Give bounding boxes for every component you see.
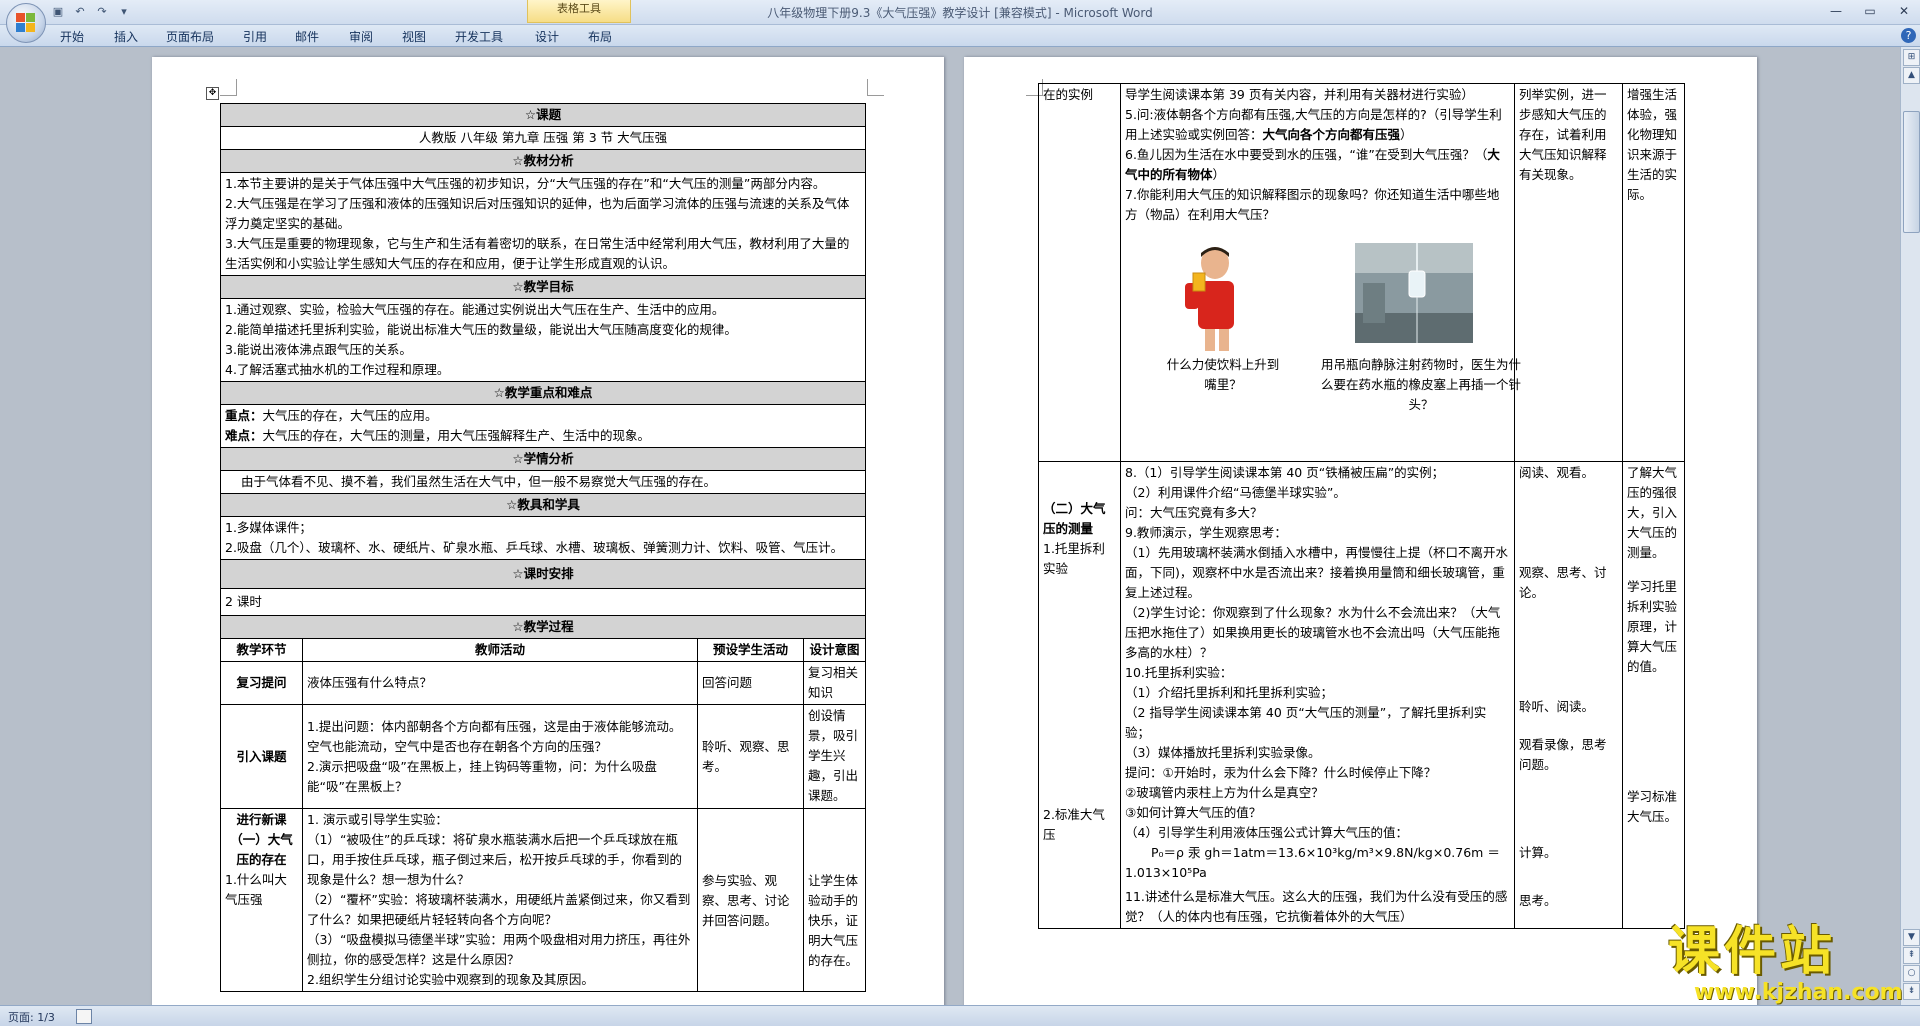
scroll-up-icon[interactable]: ▲	[1903, 67, 1920, 84]
page-right: 在的实例 导学生阅读课本第 39 页有关内容，并利用有关器材进行实验） 5.问:…	[964, 57, 1757, 1005]
table-move-handle-icon[interactable]: ✥	[206, 87, 219, 100]
scroll-thumb[interactable]	[1903, 111, 1920, 233]
teaching-goals: 1.通过观察、实验，检验大气压强的存在。能通过实例说出大气压在生产、生活中的应用…	[221, 299, 866, 382]
next-page-icon[interactable]: ⇟	[1903, 983, 1920, 1000]
student-cell: 聆听、观察、思考。	[698, 705, 804, 809]
status-bar: 页面: 1/3	[0, 1005, 1920, 1026]
lesson-plan-table-right: 在的实例 导学生阅读课本第 39 页有关内容，并利用有关器材进行实验） 5.问:…	[1038, 83, 1685, 929]
window-title: 八年级物理下册9.3《大气压强》教学设计 [兼容模式] - Microsoft …	[0, 4, 1920, 21]
column-header: 预设学生活动	[698, 639, 804, 662]
teacher-cell: 1. 演示或引导学生实验： （1）“被吸住”的乒乓球：将矿泉水瓶装满水后把一个乒…	[303, 809, 698, 992]
column-header: 设计意图	[804, 639, 866, 662]
section-header: ☆教学重点和难点	[221, 382, 866, 405]
student-cell: 列举实例，进一步感知大气压的存在，试着利用大气压知识解释有关现象。	[1515, 84, 1623, 462]
illustration-area: 什么力使饮料上升到嘴里？ 用吊瓶向静脉注射药物时，医生为什么要在药水瓶的橡皮塞上…	[1125, 225, 1510, 450]
section-header: ☆课题	[221, 104, 866, 127]
watermark-url: www.kjzhan.com	[1694, 980, 1903, 1005]
help-icon[interactable]: ?	[1901, 28, 1916, 43]
stage-cell: 进行新课 （一）大气压的存在 1.什么叫大气压强	[221, 809, 303, 992]
teacher-cell: 导学生阅读课本第 39 页有关内容，并利用有关器材进行实验） 5.问:液体朝各个…	[1121, 84, 1515, 462]
ruler-toggle-icon[interactable]: ⊞	[1903, 49, 1920, 66]
student-situation: 由于气体看不见、摸不着，我们虽然生活在大气中，但一般不易察觉大气压强的存在。	[221, 471, 866, 494]
tab-references[interactable]: 引用	[243, 28, 267, 45]
office-button[interactable]	[6, 3, 46, 43]
title-bar: ▣ ↶ ↷ ▾ 表格工具 八年级物理下册9.3《大气压强》教学设计 [兼容模式]…	[0, 0, 1920, 25]
teacher-cell: 液体压强有什么特点？	[303, 662, 698, 705]
previous-page-icon[interactable]: ⇞	[1903, 947, 1920, 964]
course-title: 人教版 八年级 第九章 压强 第 3 节 大气压强	[221, 127, 866, 150]
tab-mailings[interactable]: 邮件	[295, 28, 319, 45]
teacher-cell: 1.提出问题：体内部朝各个方向都有压强，这是由于液体能够流动。空气也能流动，空气…	[303, 705, 698, 809]
key-points: 重点：大气压的存在，大气压的应用。 难点：大气压的存在，大气压的测量，用大气压强…	[221, 405, 866, 448]
caption-left: 什么力使饮料上升到嘴里？	[1163, 355, 1283, 395]
proofing-icon[interactable]	[76, 1009, 92, 1024]
teaching-tools: 1.多媒体课件； 2.吸盘（几个）、玻璃杯、水、硬纸片、矿泉水瓶、乒乓球、水槽、…	[221, 517, 866, 560]
schedule: 2 课时	[221, 589, 866, 616]
section-header: ☆教学过程	[221, 616, 866, 639]
column-header: 教学环节	[221, 639, 303, 662]
intent-cell: 了解大气压的强很大，引入大气压的测量。 学习托里拆利实验原理，计算大气压的值。 …	[1623, 462, 1685, 929]
section-header: ☆学情分析	[221, 448, 866, 471]
column-header: 教师活动	[303, 639, 698, 662]
tab-home[interactable]: 开始	[60, 28, 84, 45]
formula: P₀＝ρ 汞 gh＝1atm＝13.6×10³kg/m³×9.8N/kg×0.7…	[1125, 843, 1510, 863]
tab-page-layout[interactable]: 页面布局	[166, 28, 214, 45]
lesson-plan-table-left: ☆课题 人教版 八年级 第九章 压强 第 3 节 大气压强 ☆教材分析 1.本节…	[220, 103, 866, 992]
caption-right: 用吊瓶向静脉注射药物时，医生为什么要在药水瓶的橡皮塞上再插一个针头？	[1321, 355, 1521, 415]
boy-drinking-photo	[1175, 243, 1253, 353]
margin-corner-top-right	[867, 79, 884, 96]
watermark-name: 课件站	[1668, 922, 1836, 982]
window-controls: — ▭ ✕	[1826, 2, 1914, 20]
stage-cell: 引入课题	[221, 705, 303, 809]
student-cell: 阅读、观看。 观察、思考、讨论。 聆听、阅读。 观看录像，思考问题。 计算。 思…	[1515, 462, 1623, 929]
document-workspace: ✥ ☆课题 人教版 八年级 第九章 压强 第 3 节 大气压强 ☆教材分析 1.…	[0, 47, 1920, 1005]
intent-cell: 复习相关知识	[804, 662, 866, 705]
tab-view[interactable]: 视图	[402, 28, 426, 45]
vertical-scrollbar[interactable]: ⊞ ▲ ▼ ⇞ ○ ⇟	[1900, 47, 1920, 1005]
site-watermark: 课件站 www.kjzhan.com	[1668, 922, 1900, 1004]
tab-insert[interactable]: 插入	[114, 28, 138, 45]
intent-cell: 创设情景，吸引学生兴趣，引出课题。	[804, 705, 866, 809]
page-left: ✥ ☆课题 人教版 八年级 第九章 压强 第 3 节 大气压强 ☆教材分析 1.…	[152, 57, 944, 1005]
iv-drip-photo	[1355, 243, 1473, 343]
student-cell: 参与实验、观察、思考、讨论并回答问题。	[698, 809, 804, 992]
tab-layout[interactable]: 布局	[588, 28, 612, 45]
page-indicator[interactable]: 页面: 1/3	[8, 1009, 55, 1025]
browse-object-icon[interactable]: ○	[1903, 965, 1920, 982]
material-analysis: 1.本节主要讲的是关于气体压强中大气压强的初步知识，分“大气压强的存在”和“大气…	[221, 173, 866, 276]
section-header: ☆教学目标	[221, 276, 866, 299]
tab-developer[interactable]: 开发工具	[455, 28, 503, 45]
stage-cell: 在的实例	[1039, 84, 1121, 462]
maximize-icon[interactable]: ▭	[1860, 2, 1880, 20]
ribbon-tabs: 开始 插入 页面布局 引用 邮件 审阅 视图 开发工具 设计 布局 ?	[0, 25, 1920, 47]
section-header: ☆教材分析	[221, 150, 866, 173]
margin-corner-top-left	[220, 79, 237, 96]
minimize-icon[interactable]: —	[1826, 2, 1846, 20]
section-header: ☆教具和学具	[221, 494, 866, 517]
section-header: ☆课时安排	[221, 560, 866, 589]
office-logo-icon	[16, 13, 36, 33]
stage-cell: 复习提问	[221, 662, 303, 705]
close-icon[interactable]: ✕	[1894, 2, 1914, 20]
tab-review[interactable]: 审阅	[349, 28, 373, 45]
formula: 1.013×10⁵Pa	[1125, 863, 1510, 883]
intent-cell: 增强生活体验，强化物理知识来源于生活的实际。	[1623, 84, 1685, 462]
stage-cell: （二）大气压的测量 1.托里拆利实验 2.标准大气压	[1039, 462, 1121, 929]
intent-cell: 让学生体验动手的快乐，证明大气压的存在。	[804, 809, 866, 992]
teacher-cell: 8.（1）引导学生阅读课本第 40 页“铁桶被压扁”的实例； （2）利用课件介绍…	[1121, 462, 1515, 929]
student-cell: 回答问题	[698, 662, 804, 705]
tab-design[interactable]: 设计	[535, 28, 559, 45]
scroll-down-icon[interactable]: ▼	[1903, 929, 1920, 946]
